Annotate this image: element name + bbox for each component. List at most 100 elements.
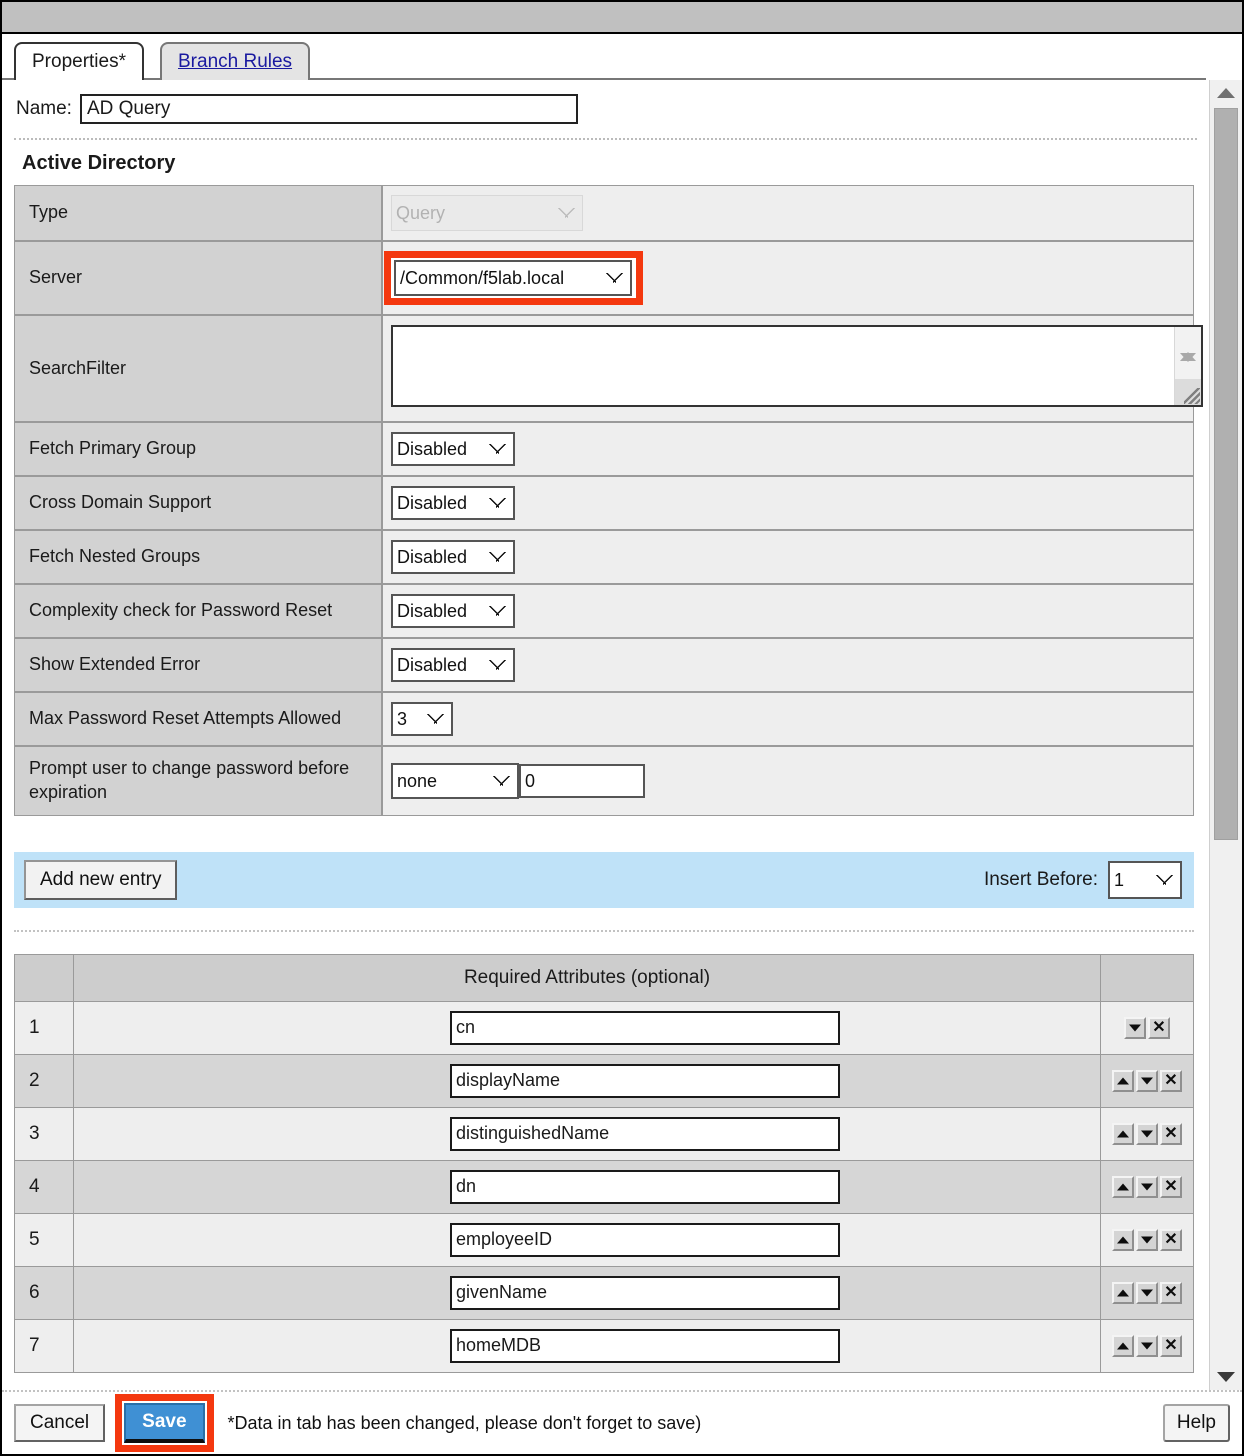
move-up-icon[interactable] (1112, 1281, 1134, 1304)
fetch-primary-group-select[interactable]: Disabled (391, 432, 515, 466)
tab-branch-rules-label: Branch Rules (178, 51, 293, 72)
move-down-icon[interactable] (1136, 1228, 1158, 1251)
header-actions (1100, 954, 1194, 1002)
complexity-check-select[interactable]: Disabled (391, 594, 515, 628)
delete-x-icon[interactable]: ✕ (1160, 1334, 1182, 1357)
row-index: 2 (14, 1054, 74, 1108)
header-required-attributes: Required Attributes (optional) (73, 954, 1101, 1002)
value-server: /Common/f5lab.local (382, 241, 1194, 316)
prompt-user-days-input[interactable] (519, 764, 645, 799)
name-input[interactable] (79, 94, 578, 124)
move-up-icon[interactable] (1112, 1228, 1134, 1251)
server-select[interactable]: /Common/f5lab.local (394, 260, 632, 296)
type-select[interactable]: Query (391, 195, 583, 231)
help-button[interactable]: Help (1162, 1404, 1230, 1442)
attribute-input[interactable] (450, 1328, 840, 1363)
move-down-icon[interactable] (1136, 1122, 1158, 1145)
delete-x-icon[interactable]: ✕ (1160, 1175, 1182, 1198)
tab-properties[interactable]: Properties* (14, 42, 144, 80)
attribute-input[interactable] (450, 1222, 840, 1257)
property-row-searchfilter: SearchFilter (14, 315, 1203, 423)
row-value-cell (73, 1319, 1101, 1373)
attribute-input[interactable] (450, 1116, 840, 1151)
scroll-up-arrow-icon[interactable] (1210, 80, 1242, 106)
section-title: Active Directory (22, 152, 176, 174)
move-up-icon[interactable] (1112, 1175, 1134, 1198)
attributes-thead: Required Attributes (optional) (14, 954, 1194, 1002)
move-up-icon[interactable] (1112, 1122, 1134, 1145)
fetch-nested-groups-select[interactable]: Disabled (391, 540, 515, 574)
label-searchfilter: SearchFilter (14, 315, 383, 423)
name-row: Name: (2, 80, 1209, 134)
move-down-icon[interactable] (1136, 1281, 1158, 1304)
table-row: 7 ✕ (14, 1319, 1194, 1373)
table-row: 4 ✕ (14, 1160, 1194, 1214)
label-type: Type (14, 185, 383, 242)
delete-x-icon[interactable]: ✕ (1160, 1228, 1182, 1251)
searchfilter-wrap (391, 325, 1203, 407)
property-row-complexity-check: Complexity check for Password Reset Disa… (14, 584, 1194, 639)
move-down-icon[interactable] (1136, 1334, 1158, 1357)
show-extended-error-select[interactable]: Disabled (391, 648, 515, 682)
insert-before-label: Insert Before: (983, 868, 1098, 890)
value-max-password-reset: 3 (382, 692, 1194, 747)
title-bar (2, 2, 1242, 34)
scrollbar-thumb[interactable] (1214, 108, 1238, 840)
server-highlight-box: /Common/f5lab.local (384, 251, 643, 305)
max-password-reset-select[interactable]: 3 (391, 702, 453, 736)
property-row-show-extended-error: Show Extended Error Disabled (14, 638, 1194, 693)
move-down-icon[interactable] (1136, 1175, 1158, 1198)
save-button[interactable]: Save (124, 1403, 205, 1443)
value-fetch-nested-groups: Disabled (382, 530, 1194, 585)
table-row: 6 ✕ (14, 1266, 1194, 1320)
row-actions: ✕ (1100, 1160, 1194, 1214)
table-row: 1 ✕ (14, 1001, 1194, 1055)
searchfilter-textarea[interactable] (391, 325, 1203, 407)
footer-status-message: *Data in tab has been changed, please do… (227, 1412, 702, 1433)
row-index: 7 (14, 1319, 74, 1373)
delete-x-icon[interactable]: ✕ (1160, 1122, 1182, 1145)
add-new-entry-button[interactable]: Add new entry (24, 859, 178, 900)
row-index: 3 (14, 1107, 74, 1161)
move-up-icon[interactable] (1112, 1334, 1134, 1357)
delete-x-icon[interactable]: ✕ (1148, 1016, 1170, 1039)
tab-branch-rules[interactable]: Branch Rules (160, 42, 311, 80)
move-down-icon[interactable] (1136, 1069, 1158, 1092)
label-server: Server (14, 241, 383, 316)
label-prompt-user: Prompt user to change password before ex… (14, 746, 383, 815)
delete-x-icon[interactable]: ✕ (1160, 1069, 1182, 1092)
tab-strip: Properties* Branch Rules (2, 34, 1242, 80)
scroll-up-arrow-icon[interactable] (1180, 333, 1196, 361)
attributes-header-row: Required Attributes (optional) (14, 954, 1194, 1002)
row-actions: ✕ (1100, 1319, 1194, 1373)
header-index (14, 954, 74, 1002)
attribute-input[interactable] (450, 1063, 840, 1098)
resize-grip-icon[interactable] (1184, 388, 1200, 404)
row-index: 1 (14, 1001, 74, 1055)
scroll-body: Name: Active Directory Type Query Server (2, 80, 1242, 1390)
move-down-icon[interactable] (1124, 1016, 1146, 1039)
attribute-input[interactable] (450, 1275, 840, 1310)
label-show-extended-error: Show Extended Error (14, 638, 383, 693)
table-row: 5 ✕ (14, 1213, 1194, 1267)
attribute-input[interactable] (450, 1169, 840, 1204)
delete-x-icon[interactable]: ✕ (1160, 1281, 1182, 1304)
attribute-input[interactable] (450, 1010, 840, 1045)
scroll-down-arrow-icon[interactable] (1210, 1364, 1242, 1390)
attributes-tbody: 1 ✕ 2 ✕ (14, 1001, 1194, 1373)
cancel-button[interactable]: Cancel (14, 1404, 106, 1442)
prompt-user-select[interactable]: none (391, 762, 519, 799)
row-value-cell (73, 1001, 1101, 1055)
dialog-window: Properties* Branch Rules Name: Active Di… (0, 0, 1244, 1456)
cross-domain-support-select[interactable]: Disabled (391, 486, 515, 520)
table-row: 3 ✕ (14, 1107, 1194, 1161)
insert-before-select[interactable]: 1 (1108, 860, 1182, 899)
row-actions: ✕ (1100, 1107, 1194, 1161)
vertical-scrollbar[interactable] (1209, 80, 1242, 1390)
required-attributes-table: Required Attributes (optional) 1 ✕ (14, 953, 1194, 1373)
property-row-max-password-reset: Max Password Reset Attempts Allowed 3 (14, 692, 1194, 747)
move-up-icon[interactable] (1112, 1069, 1134, 1092)
label-fetch-nested-groups: Fetch Nested Groups (14, 530, 383, 585)
tab-properties-label: Properties* (32, 51, 126, 72)
